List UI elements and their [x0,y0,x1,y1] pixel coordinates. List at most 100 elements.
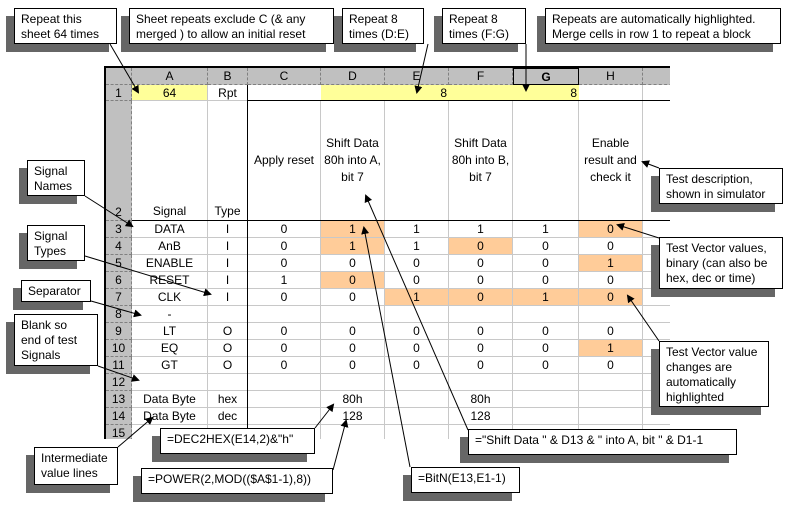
cell-fg1-merged-repeat[interactable]: 8 [449,85,579,101]
cell-e2[interactable] [385,101,449,221]
cell-a1-repeat-count[interactable]: 64 [132,85,208,101]
signal-type-cell[interactable]: O [208,340,248,357]
vector-cell-f5[interactable]: 0 [449,255,513,272]
vector-cell-c7[interactable]: 0 [248,289,321,306]
vector-cell-g4[interactable]: 0 [513,238,579,255]
vector-cell-h5[interactable]: 1 [579,255,643,272]
cell-b2[interactable]: Type [208,101,248,221]
vector-cell-d7[interactable]: 0 [321,289,385,306]
vector-cell-c14[interactable] [248,408,321,425]
column-header-h[interactable]: H [579,68,643,85]
vector-cell-d13[interactable]: 80h [321,391,385,408]
row-header-5[interactable]: 5 [106,255,132,272]
row-header-1[interactable]: 1 [106,85,132,101]
signal-name-cell[interactable]: LT [132,323,208,340]
vector-cell-e9[interactable]: 0 [385,323,449,340]
column-header-a[interactable]: A [132,68,208,85]
signal-name-cell[interactable]: EQ [132,340,208,357]
column-header-b[interactable]: B [208,68,248,85]
vector-cell-f4[interactable]: 0 [449,238,513,255]
vector-cell-e5[interactable]: 0 [385,255,449,272]
vector-cell-d4[interactable]: 1 [321,238,385,255]
vector-cell-e8[interactable] [385,306,449,323]
cell-c2[interactable]: Apply reset [248,101,321,221]
column-header-g[interactable]: G [513,68,579,85]
signal-name-cell[interactable]: DATA [132,221,208,238]
vector-cell-h7[interactable]: 0 [579,289,643,306]
signal-type-cell[interactable]: I [208,221,248,238]
row-header-13[interactable]: 13 [106,391,132,408]
signal-type-cell[interactable] [208,306,248,323]
cell-h2[interactable]: Enable result and check it [579,101,643,221]
signal-type-cell[interactable] [208,374,248,391]
vector-cell-d12[interactable] [321,374,385,391]
vector-cell-e7[interactable]: 1 [385,289,449,306]
signal-name-cell[interactable] [132,374,208,391]
vector-cell-f8[interactable] [449,306,513,323]
cell-g2[interactable] [513,101,579,221]
vector-cell-c3[interactable]: 0 [248,221,321,238]
row-header-4[interactable]: 4 [106,238,132,255]
signal-type-cell[interactable]: I [208,238,248,255]
vector-cell-h4[interactable]: 0 [579,238,643,255]
column-header-i[interactable] [643,68,670,85]
vector-cell-h6[interactable]: 0 [579,272,643,289]
signal-name-cell[interactable]: Data Byte [132,391,208,408]
vector-cell-e11[interactable]: 0 [385,357,449,374]
signal-name-cell[interactable]: - [132,306,208,323]
vector-cell-g11[interactable]: 0 [513,357,579,374]
vector-cell-f7[interactable]: 0 [449,289,513,306]
signal-name-cell[interactable]: AnB [132,238,208,255]
vector-cell-h12[interactable] [579,374,643,391]
vector-cell-c12[interactable] [248,374,321,391]
vector-cell-g5[interactable]: 0 [513,255,579,272]
signal-name-cell[interactable]: RESET [132,272,208,289]
vector-cell-d6[interactable]: 0 [321,272,385,289]
vector-cell-h10[interactable]: 1 [579,340,643,357]
vector-cell-g3[interactable]: 1 [513,221,579,238]
row-header-10[interactable]: 10 [106,340,132,357]
row-header-11[interactable]: 11 [106,357,132,374]
vector-cell-d8[interactable] [321,306,385,323]
vector-cell-g8[interactable] [513,306,579,323]
vector-cell-g10[interactable]: 0 [513,340,579,357]
vector-cell-h13[interactable] [579,391,643,408]
vector-cell-d10[interactable]: 0 [321,340,385,357]
row-header-15[interactable]: 15 [106,425,132,439]
cell-h1[interactable] [579,85,643,101]
vector-cell-c9[interactable]: 0 [248,323,321,340]
vector-cell-h11[interactable]: 0 [579,357,643,374]
row-header-6[interactable]: 6 [106,272,132,289]
select-all-corner[interactable] [106,68,132,85]
vector-cell-f6[interactable]: 0 [449,272,513,289]
vector-cell-h3[interactable]: 0 [579,221,643,238]
vector-cell-f13[interactable]: 80h [449,391,513,408]
vector-cell-d11[interactable]: 0 [321,357,385,374]
vector-cell-f3[interactable]: 1 [449,221,513,238]
vector-cell-c4[interactable]: 0 [248,238,321,255]
signal-type-cell[interactable]: I [208,272,248,289]
vector-cell-e3[interactable]: 1 [385,221,449,238]
vector-cell-g6[interactable]: 0 [513,272,579,289]
row-header-9[interactable]: 9 [106,323,132,340]
vector-cell-e13[interactable] [385,391,449,408]
column-header-f[interactable]: F [449,68,513,85]
vector-cell-g7[interactable]: 1 [513,289,579,306]
signal-name-cell[interactable]: GT [132,357,208,374]
vector-cell-g13[interactable] [513,391,579,408]
row-header-8[interactable]: 8 [106,306,132,323]
vector-cell-f10[interactable]: 0 [449,340,513,357]
signal-type-cell[interactable]: O [208,323,248,340]
vector-cell-f12[interactable] [449,374,513,391]
signal-type-cell[interactable]: dec [208,408,248,425]
signal-name-cell[interactable]: Data Byte [132,408,208,425]
vector-cell-d5[interactable]: 0 [321,255,385,272]
vector-cell-d14[interactable]: 128 [321,408,385,425]
vector-cell-g14[interactable] [513,408,579,425]
vector-cell-c10[interactable]: 0 [248,340,321,357]
vector-cell-e15[interactable] [385,425,449,439]
vector-cell-e6[interactable]: 0 [385,272,449,289]
vector-cell-f9[interactable]: 0 [449,323,513,340]
column-header-c[interactable]: C [248,68,321,85]
cell-de1-merged-repeat[interactable]: 8 [321,85,449,101]
